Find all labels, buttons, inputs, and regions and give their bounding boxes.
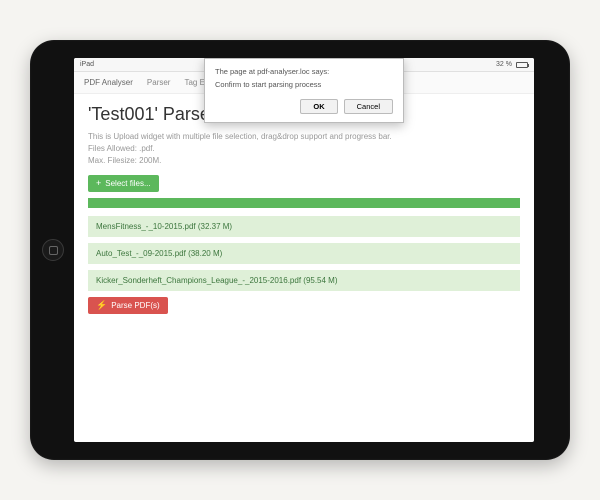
parse-pdf-label: Parse PDF(s) <box>111 301 159 310</box>
desc-line-2: Files Allowed: .pdf. <box>88 143 520 154</box>
file-name: MensFitness_-_10-2015.pdf <box>96 222 196 231</box>
confirm-dialog: The page at pdf-analyser.loc says: Confi… <box>204 58 404 123</box>
status-device: iPad <box>80 61 94 68</box>
parse-pdf-button[interactable]: ⚡ Parse PDF(s) <box>88 297 168 314</box>
select-files-button[interactable]: + Select files... <box>88 175 159 192</box>
file-size: 38.20 M <box>191 249 220 258</box>
desc-line-1: This is Upload widget with multiple file… <box>88 131 520 142</box>
status-right: 32 % <box>496 61 528 68</box>
navbar-brand[interactable]: PDF Analyser <box>84 78 133 87</box>
screen: iPad 3:14 PM 32 % PDF Analyser Parser Ta… <box>74 58 534 442</box>
home-button[interactable] <box>42 239 64 261</box>
file-name: Auto_Test_-_09-2015.pdf <box>96 249 186 258</box>
progress-bar <box>88 198 520 208</box>
file-name: Kicker_Sonderheft_Champions_League_-_201… <box>96 276 301 285</box>
file-size: 95.54 M <box>306 276 335 285</box>
lightning-icon: ⚡ <box>96 301 107 310</box>
battery-icon <box>516 62 528 68</box>
plus-icon: + <box>96 179 101 188</box>
battery-percent: 32 % <box>496 61 512 68</box>
file-row[interactable]: Auto_Test_-_09-2015.pdf (38.20 M) <box>88 243 520 264</box>
nav-item-parser[interactable]: Parser <box>147 78 171 87</box>
file-size: 32.37 M <box>201 222 230 231</box>
file-row[interactable]: Kicker_Sonderheft_Champions_League_-_201… <box>88 270 520 291</box>
dialog-origin: The page at pdf-analyser.loc says: <box>215 67 393 76</box>
cancel-button[interactable]: Cancel <box>344 99 393 114</box>
content: 'Test001' Parser This is Upload widget w… <box>74 94 534 322</box>
file-row[interactable]: MensFitness_-_10-2015.pdf (32.37 M) <box>88 216 520 237</box>
ok-button[interactable]: OK <box>300 99 337 114</box>
select-files-label: Select files... <box>105 179 150 188</box>
dialog-message: Confirm to start parsing process <box>215 80 393 89</box>
page-description: This is Upload widget with multiple file… <box>88 131 520 167</box>
desc-line-3: Max. Filesize: 200M. <box>88 155 520 166</box>
ipad-frame: iPad 3:14 PM 32 % PDF Analyser Parser Ta… <box>30 40 570 460</box>
